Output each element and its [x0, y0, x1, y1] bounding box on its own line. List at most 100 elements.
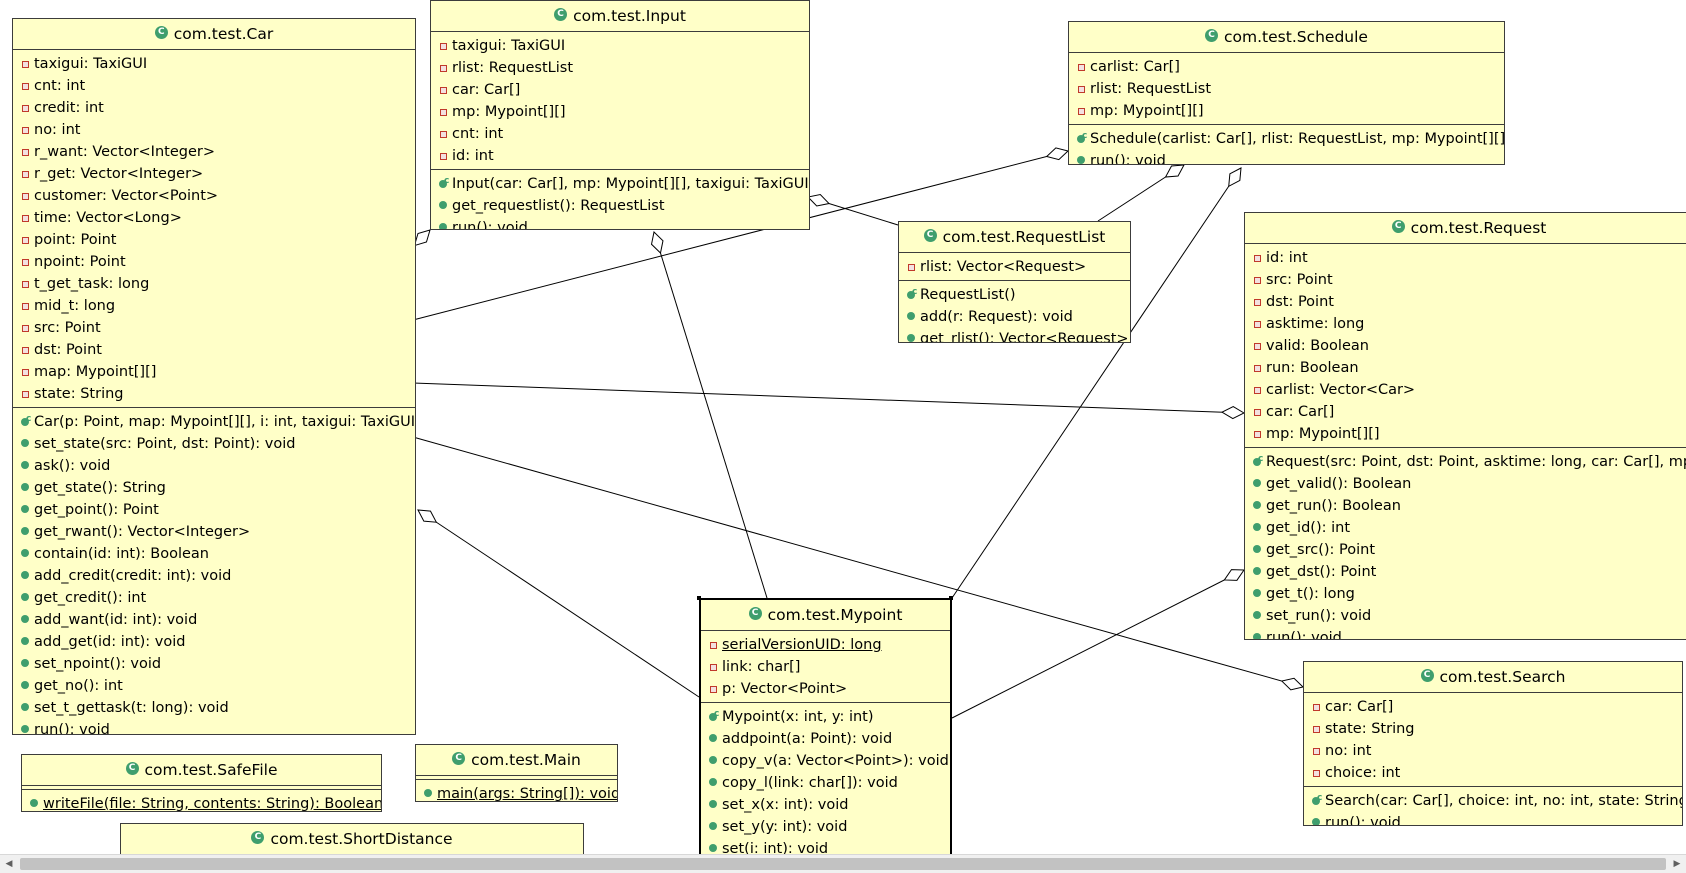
association-line[interactable] — [1097, 164, 1185, 222]
field-row[interactable]: rlist: RequestList — [431, 57, 809, 79]
method-row[interactable]: get_run(): Boolean — [1245, 495, 1686, 517]
field-row[interactable]: rlist: Vector<Request> — [899, 256, 1130, 278]
method-row[interactable]: contain(id: int): Boolean — [13, 543, 415, 565]
field-row[interactable]: r_want: Vector<Integer> — [13, 141, 415, 163]
field-row[interactable]: car: Car[] — [1245, 401, 1686, 423]
method-row[interactable]: get_id(): int — [1245, 517, 1686, 539]
method-row[interactable]: get_point(): Point — [13, 499, 415, 521]
method-row[interactable]: add_get(id: int): void — [13, 631, 415, 653]
association-line[interactable] — [417, 509, 700, 698]
method-row[interactable]: set_t_gettask(t: long): void — [13, 697, 415, 719]
constructor-row[interactable]: Car(p: Point, map: Mypoint[][], i: int, … — [13, 408, 415, 433]
class-safefile[interactable]: Ccom.test.SafeFile writeFile(file: String… — [21, 754, 382, 812]
field-row[interactable]: choice: int — [1304, 762, 1682, 784]
field-row[interactable]: state: String — [1304, 718, 1682, 740]
field-row[interactable]: no: int — [13, 119, 415, 141]
field-row[interactable]: state: String — [13, 383, 415, 405]
class-header[interactable]: Ccom.test.Main — [416, 745, 617, 776]
method-row[interactable]: copy_v(a: Vector<Point>): void — [701, 750, 950, 772]
field-row[interactable]: id: int — [431, 145, 809, 167]
class-search[interactable]: Ccom.test.Search car: Car[] state: String n… — [1303, 661, 1683, 826]
field-row[interactable]: link: char[] — [701, 656, 950, 678]
association-line[interactable] — [417, 229, 431, 243]
field-row[interactable]: cnt: int — [431, 123, 809, 145]
field-row[interactable]: car: Car[] — [1304, 696, 1682, 718]
field-row[interactable]: r_get: Vector<Integer> — [13, 163, 415, 185]
field-row[interactable]: map: Mypoint[][] — [13, 361, 415, 383]
field-row[interactable]: time: Vector<Long> — [13, 207, 415, 229]
constructor-row[interactable]: Schedule(carlist: Car[], rlist: RequestL… — [1069, 125, 1504, 150]
scroll-right-arrow-icon[interactable]: ▶ — [1668, 855, 1686, 873]
field-row[interactable]: customer: Vector<Point> — [13, 185, 415, 207]
field-row[interactable]: mp: Mypoint[][] — [431, 101, 809, 123]
field-row[interactable]: mid_t: long — [13, 295, 415, 317]
class-header[interactable]: Ccom.test.Mypoint — [701, 600, 950, 631]
method-row[interactable]: set_x(x: int): void — [701, 794, 950, 816]
field-row[interactable]: rlist: RequestList — [1069, 78, 1504, 100]
field-row[interactable]: dst: Point — [13, 339, 415, 361]
method-row[interactable]: set_npoint(): void — [13, 653, 415, 675]
method-row[interactable]: ask(): void — [13, 455, 415, 477]
method-row[interactable]: set_y(y: int): void — [701, 816, 950, 838]
method-row[interactable]: get_dst(): Point — [1245, 561, 1686, 583]
field-row[interactable]: point: Point — [13, 229, 415, 251]
field-row[interactable]: p: Vector<Point> — [701, 678, 950, 700]
class-requestlist[interactable]: Ccom.test.RequestList rlist: Vector<Reque… — [898, 221, 1131, 343]
association-line[interactable] — [653, 231, 768, 599]
field-row[interactable]: mp: Mypoint[][] — [1245, 423, 1686, 445]
method-row[interactable]: main(args: String[]): void — [416, 783, 617, 801]
field-row[interactable]: src: Point — [13, 317, 415, 339]
association-line[interactable] — [807, 196, 899, 226]
class-schedule[interactable]: Ccom.test.Schedule carlist: Car[] rlist: R… — [1068, 21, 1505, 165]
class-header[interactable]: Ccom.test.RequestList — [899, 222, 1130, 253]
selection-handle[interactable] — [949, 596, 953, 600]
field-row[interactable]: npoint: Point — [13, 251, 415, 273]
class-main[interactable]: Ccom.test.Main main(args: String[]): void — [415, 744, 618, 802]
class-car[interactable]: Ccom.test.Car taxigui: TaxiGUI cnt: int cre… — [12, 18, 416, 735]
class-mypoint[interactable]: Ccom.test.Mypoint serialVersionUID: long l… — [699, 598, 952, 872]
method-row[interactable]: get_state(): String — [13, 477, 415, 499]
method-row[interactable]: get_requestlist(): RequestList — [431, 195, 809, 217]
field-row[interactable]: credit: int — [13, 97, 415, 119]
method-row[interactable]: get_rlist(): Vector<Request> — [899, 328, 1130, 342]
field-row[interactable]: run: Boolean — [1245, 357, 1686, 379]
method-row[interactable]: get_rwant(): Vector<Integer> — [13, 521, 415, 543]
class-header[interactable]: Ccom.test.SafeFile — [22, 755, 381, 786]
method-row[interactable]: add(r: Request): void — [899, 306, 1130, 328]
class-header[interactable]: Ccom.test.Car — [13, 19, 415, 50]
method-row[interactable]: get_no(): int — [13, 675, 415, 697]
method-row[interactable]: add_want(id: int): void — [13, 609, 415, 631]
horizontal-scrollbar[interactable]: ◀ ▶ — [0, 854, 1686, 873]
class-header[interactable]: Ccom.test.ShortDistance — [121, 824, 583, 855]
scroll-left-arrow-icon[interactable]: ◀ — [0, 855, 18, 873]
constructor-row[interactable]: Search(car: Car[], choice: int, no: int,… — [1304, 787, 1682, 812]
class-header[interactable]: Ccom.test.Search — [1304, 662, 1682, 693]
field-row[interactable]: id: int — [1245, 247, 1686, 269]
class-input[interactable]: Ccom.test.Input taxigui: TaxiGUI rlist: Re… — [430, 0, 810, 230]
method-row[interactable]: add_credit(credit: int): void — [13, 565, 415, 587]
field-row[interactable]: taxigui: TaxiGUI — [13, 53, 415, 75]
constructor-row[interactable]: RequestList() — [899, 281, 1130, 306]
method-row[interactable]: run(): void — [1245, 627, 1686, 639]
field-row[interactable]: no: int — [1304, 740, 1682, 762]
class-header[interactable]: Ccom.test.Input — [431, 1, 809, 32]
field-row[interactable]: valid: Boolean — [1245, 335, 1686, 357]
constructor-row[interactable]: Mypoint(x: int, y: int) — [701, 703, 950, 728]
constructor-row[interactable]: Input(car: Car[], mp: Mypoint[][], taxig… — [431, 170, 809, 195]
field-row[interactable]: mp: Mypoint[][] — [1069, 100, 1504, 122]
method-row[interactable]: set_state(src: Point, dst: Point): void — [13, 433, 415, 455]
method-row[interactable]: run(): void — [1304, 812, 1682, 825]
field-row[interactable]: taxigui: TaxiGUI — [431, 35, 809, 57]
constructor-row[interactable]: Request(src: Point, dst: Point, asktime:… — [1245, 448, 1686, 473]
field-row[interactable]: car: Car[] — [431, 79, 809, 101]
scrollbar-thumb[interactable] — [20, 858, 1666, 870]
selection-handle[interactable] — [697, 596, 701, 600]
method-row[interactable]: run(): void — [13, 719, 415, 734]
class-header[interactable]: Ccom.test.Request — [1245, 213, 1686, 244]
association-line[interactable] — [412, 382, 1245, 414]
field-row[interactable]: carlist: Vector<Car> — [1245, 379, 1686, 401]
field-row[interactable]: dst: Point — [1245, 291, 1686, 313]
method-row[interactable]: get_valid(): Boolean — [1245, 473, 1686, 495]
field-row[interactable]: src: Point — [1245, 269, 1686, 291]
field-row[interactable]: carlist: Car[] — [1069, 56, 1504, 78]
